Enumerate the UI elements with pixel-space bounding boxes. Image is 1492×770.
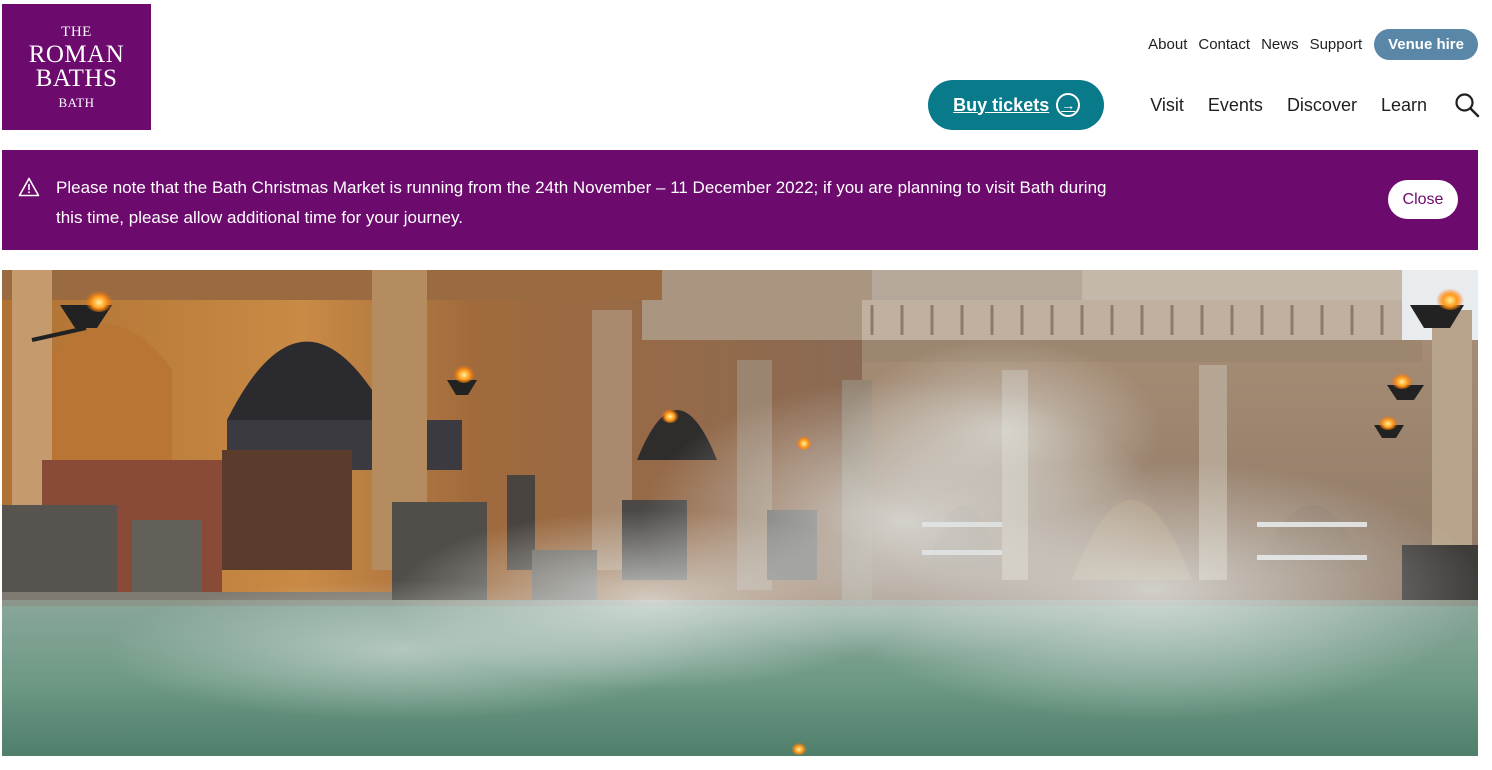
- alert-close-button[interactable]: Close: [1388, 180, 1458, 219]
- search-icon[interactable]: [1454, 92, 1480, 118]
- buy-tickets-label: Buy tickets: [953, 94, 1050, 115]
- arrow-circle-icon: →: [1056, 93, 1081, 117]
- venue-hire-button[interactable]: Venue hire: [1374, 29, 1478, 60]
- roman-baths-logo[interactable]: THE ROMAN BATHS BATH: [2, 4, 151, 130]
- alert-message: Please note that the Bath Christmas Mark…: [56, 178, 1107, 227]
- main-nav: Buy tickets → Visit Events Discover Lear…: [928, 80, 1480, 130]
- logo-line-the: THE: [61, 23, 92, 40]
- nav-discover[interactable]: Discover: [1287, 95, 1357, 116]
- buy-tickets-button[interactable]: Buy tickets →: [928, 80, 1105, 130]
- warning-triangle-icon: [18, 177, 40, 197]
- nav-learn[interactable]: Learn: [1381, 95, 1427, 116]
- alert-banner: Please note that the Bath Christmas Mark…: [2, 150, 1478, 250]
- logo-line-baths: BATHS: [35, 64, 118, 92]
- nav-visit[interactable]: Visit: [1150, 95, 1184, 116]
- nav-support[interactable]: Support: [1310, 36, 1363, 53]
- nav-events[interactable]: Events: [1208, 95, 1263, 116]
- nav-contact[interactable]: Contact: [1198, 36, 1250, 53]
- nav-news[interactable]: News: [1261, 36, 1299, 53]
- nav-about[interactable]: About: [1148, 36, 1187, 53]
- logo-line-bath: BATH: [58, 94, 95, 110]
- hero-illustration: [2, 270, 1478, 756]
- logo-line-roman: ROMAN: [28, 40, 125, 68]
- hero-image-roman-baths: [2, 270, 1478, 756]
- utility-nav: About Contact News Support Venue hire: [1137, 29, 1478, 60]
- page: THE ROMAN BATHS BATH About Contact News …: [0, 0, 1492, 770]
